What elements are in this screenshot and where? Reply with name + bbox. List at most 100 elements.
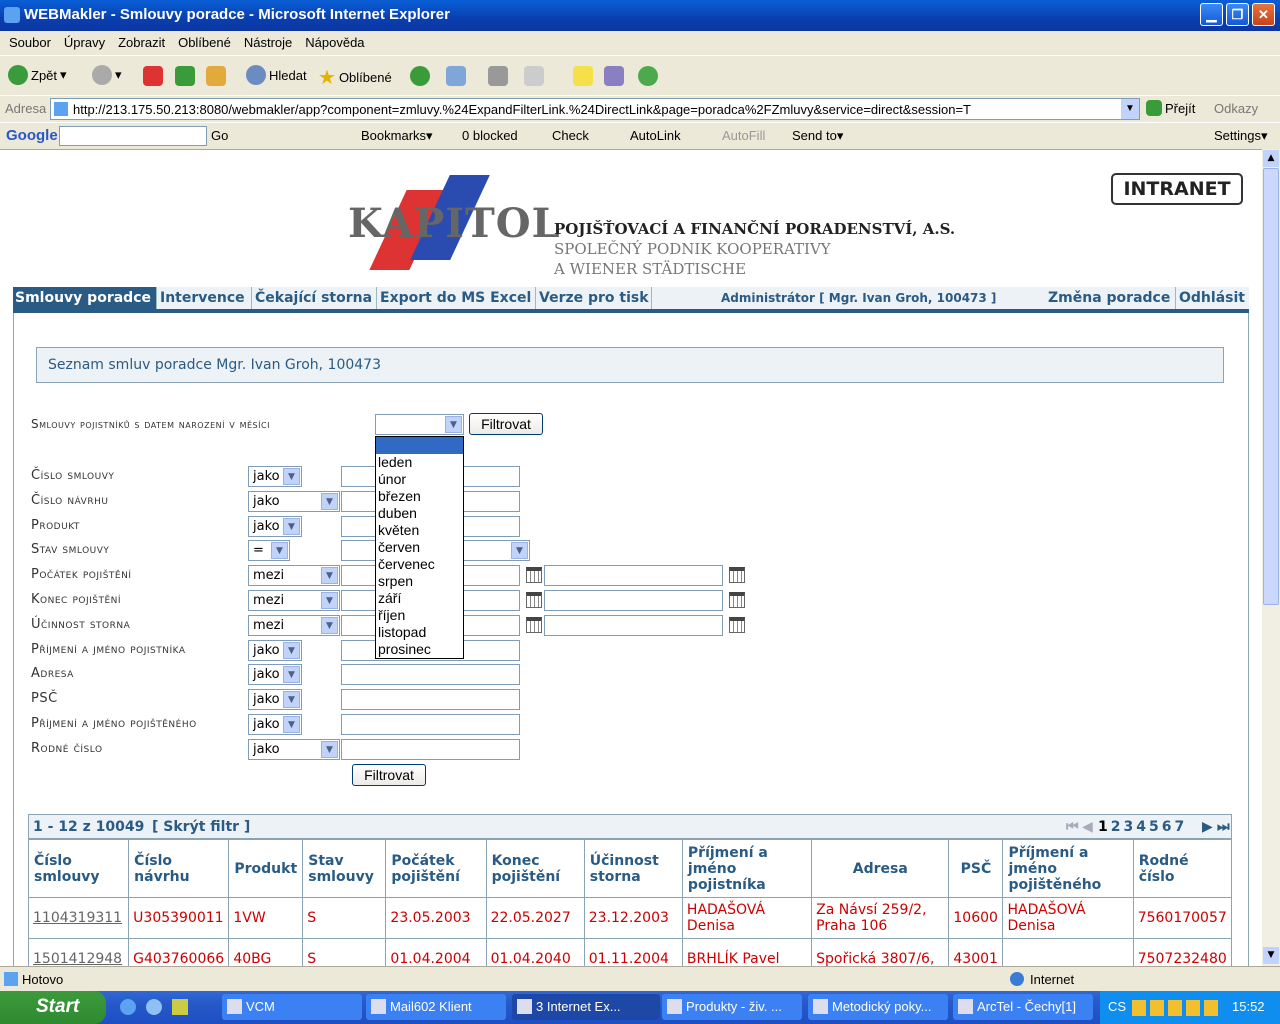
stop-icon[interactable]	[143, 66, 163, 86]
column-header[interactable]: Produkt	[228, 839, 304, 898]
tab-cekajici-storna[interactable]: Čekající storna	[253, 287, 377, 309]
filter-operator-select[interactable]: jako ▼	[248, 664, 302, 686]
month-dropdown-list[interactable]: leden únor březen duben květen červen červenec…	[375, 436, 464, 659]
page-link[interactable]: 5	[1149, 819, 1159, 835]
autolink-button[interactable]: AutoLink	[630, 128, 681, 143]
research-icon[interactable]	[604, 66, 624, 86]
tab-verze-pro-tisk[interactable]: Verze pro tisk	[537, 287, 652, 309]
calendar-icon[interactable]	[729, 592, 745, 608]
tab-export-excel[interactable]: Export do MS Excel	[378, 287, 536, 309]
column-header[interactable]: Příjmení a jméno pojistníka	[681, 839, 813, 898]
back-button[interactable]: Zpět ▾	[8, 65, 67, 85]
hide-filter-link[interactable]: [ Skrýt filtr ]	[152, 819, 250, 835]
filter-operator-select[interactable]: jako ▼	[248, 714, 302, 735]
address-input[interactable]: http://213.175.50.213:8080/webmakler/app…	[50, 98, 1140, 120]
column-header[interactable]: Rodné číslo	[1132, 839, 1233, 898]
language-indicator[interactable]: CS	[1108, 999, 1126, 1014]
quicklaunch-ie-icon[interactable]	[120, 999, 136, 1015]
logout-link[interactable]: Odhlásit	[1177, 287, 1249, 309]
month-option[interactable]: prosinec	[376, 641, 463, 658]
column-header[interactable]: Stav smlouvy	[302, 839, 387, 898]
filter-operator-select[interactable]: mezi ▼	[248, 614, 340, 636]
print-icon[interactable]	[488, 66, 508, 86]
table-row[interactable]: 1104319311 U305390011 1VW S 23.05.2003 22.05.…	[27, 897, 1233, 939]
date-to-input[interactable]	[544, 590, 723, 611]
month-option[interactable]: leden	[376, 454, 463, 471]
month-option[interactable]: červen	[376, 539, 463, 556]
settings-button[interactable]: Settings▾	[1214, 128, 1268, 144]
month-option[interactable]: únor	[376, 471, 463, 488]
menu-item-1[interactable]: Úpravy	[64, 35, 105, 50]
column-header[interactable]: Adresa	[811, 839, 950, 898]
filter-value-input[interactable]	[341, 738, 520, 760]
maximize-button[interactable]: ❐	[1226, 3, 1249, 26]
filter-operator-select[interactable]: jako ▼	[248, 490, 340, 512]
calendar-icon[interactable]	[526, 567, 542, 584]
history-icon[interactable]	[410, 66, 430, 86]
minimize-button[interactable]: ▁	[1200, 3, 1223, 26]
page-link[interactable]: 1	[1098, 819, 1108, 835]
autofill-button[interactable]: AutoFill	[722, 128, 765, 143]
column-header[interactable]: Konec pojištění	[485, 839, 585, 898]
filter-operator-select[interactable]: jako ▼	[248, 738, 340, 760]
calendar-icon[interactable]	[729, 616, 745, 633]
month-option[interactable]: září	[376, 590, 463, 607]
calendar-icon[interactable]	[729, 567, 745, 584]
page-link[interactable]: 2	[1111, 819, 1121, 835]
date-to-input[interactable]	[544, 565, 723, 587]
menu-item-2[interactable]: Zobrazit	[118, 35, 165, 50]
filter-operator-select[interactable]: jako ▼	[248, 515, 302, 537]
month-option[interactable]: říjen	[376, 607, 463, 624]
month-option[interactable]	[376, 437, 463, 454]
edit-icon[interactable]	[524, 66, 544, 86]
table-cell[interactable]: 1104319311	[27, 897, 130, 939]
home-icon[interactable]	[206, 66, 226, 86]
bookmarks-button[interactable]: Bookmarks▾	[361, 128, 433, 144]
filter-operator-select[interactable]: jako ▼	[248, 639, 302, 661]
filter-operator-select[interactable]: jako ▼	[248, 689, 302, 711]
date-to-input[interactable]	[544, 614, 723, 636]
favorites-button[interactable]: ★ Oblíbené	[318, 65, 392, 90]
note-icon[interactable]	[573, 66, 593, 86]
column-header[interactable]: Příjmení a jméno pojištěného	[1002, 839, 1134, 898]
filter-value-input[interactable]	[341, 689, 520, 711]
links-label[interactable]: Odkazy	[1214, 101, 1258, 116]
quicklaunch-ie2-icon[interactable]	[146, 999, 162, 1015]
column-header[interactable]: Číslo návrhu	[128, 839, 230, 898]
chevron-down-icon[interactable]: ▼	[1121, 99, 1139, 119]
search-button[interactable]: Hledat	[246, 65, 307, 85]
filter-operator-select[interactable]: mezi ▼	[248, 590, 340, 611]
filter-operator-select[interactable]: mezi ▼	[248, 565, 340, 587]
start-button[interactable]: Start	[0, 991, 106, 1024]
birth-filter-button[interactable]: Filtrovat	[469, 413, 543, 435]
table-row[interactable]: 1501412948 G403760066 40BG S 01.04.2004 01.04…	[27, 938, 1233, 966]
scroll-thumb[interactable]	[1263, 168, 1279, 605]
month-option[interactable]: listopad	[376, 624, 463, 641]
column-header[interactable]: Počátek pojištění	[385, 839, 487, 898]
taskbar-task[interactable]: Produkty - živ. ...	[662, 994, 802, 1020]
taskbar-task[interactable]: VCM	[222, 994, 362, 1020]
mail-icon[interactable]	[446, 66, 466, 86]
filter-operator-select[interactable]: = ▼	[248, 540, 290, 562]
calendar-icon[interactable]	[526, 592, 542, 608]
intranet-button[interactable]: INTRANET	[1111, 173, 1243, 205]
google-search-input[interactable]	[59, 126, 207, 146]
messenger-icon[interactable]	[638, 66, 658, 86]
menu-item-4[interactable]: Nástroje	[244, 35, 292, 50]
filter-value-input[interactable]	[341, 714, 520, 735]
scroll-up-icon[interactable]: ▲	[1263, 150, 1279, 167]
taskbar-task[interactable]: Mail602 Klient	[366, 994, 506, 1020]
scroll-down-icon[interactable]: ▼	[1263, 947, 1279, 964]
forward-button[interactable]: ▾	[92, 65, 122, 85]
quicklaunch-app-icon[interactable]	[172, 999, 188, 1015]
birth-month-select[interactable]: ▼	[375, 414, 464, 435]
refresh-icon[interactable]	[175, 66, 195, 86]
page-link[interactable]: 7	[1175, 819, 1185, 835]
page-link[interactable]: 3	[1124, 819, 1134, 835]
month-option[interactable]: červenec	[376, 556, 463, 573]
tab-smlouvy-poradce[interactable]: Smlouvy poradce	[13, 287, 157, 309]
calendar-icon[interactable]	[526, 616, 542, 633]
column-header[interactable]: PSČ	[948, 839, 1004, 898]
table-cell[interactable]: 1501412948	[27, 938, 130, 966]
page-link[interactable]: 4	[1136, 819, 1146, 835]
